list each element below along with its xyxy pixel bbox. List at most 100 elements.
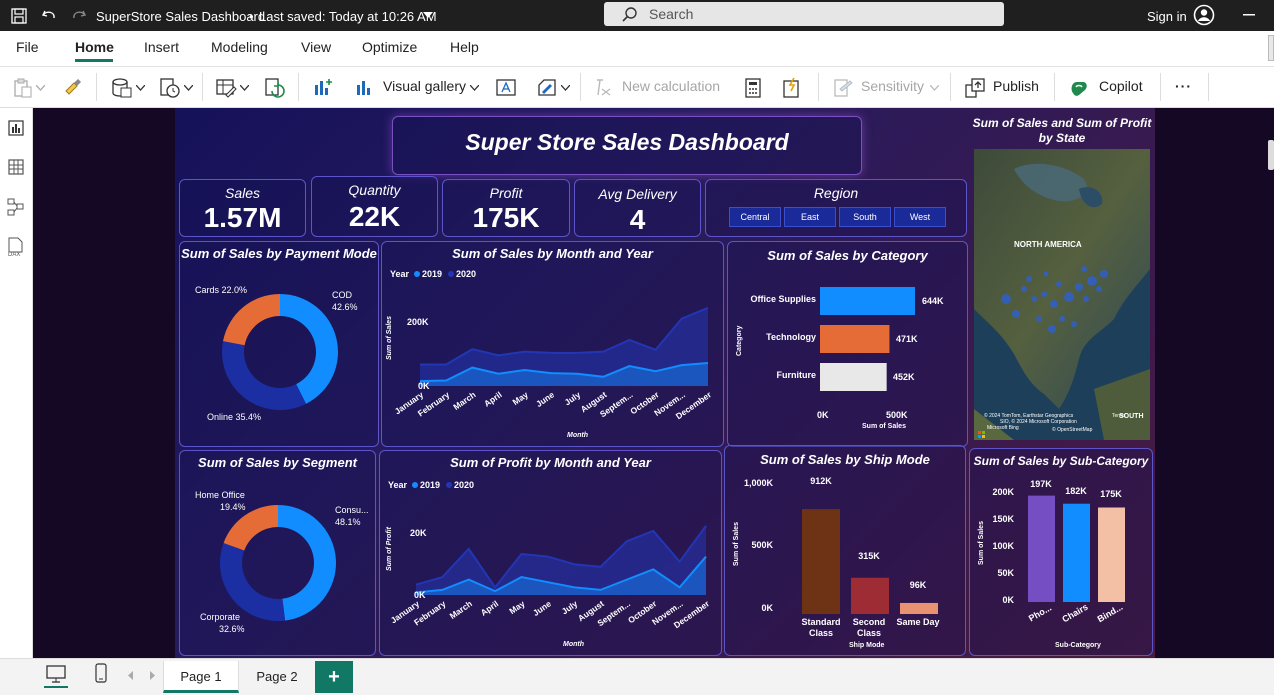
redo-icon[interactable] <box>71 8 87 24</box>
paste-icon[interactable] <box>13 78 33 98</box>
region-option-west[interactable]: West <box>894 207 946 227</box>
quick-measure-icon[interactable] <box>780 77 802 99</box>
tab-view[interactable]: View <box>301 39 331 55</box>
transform-data-chevron-icon[interactable] <box>240 85 249 91</box>
sub-category-card: Sum of Sales by Sub-Category 200K 150K 1… <box>969 448 1153 656</box>
new-visual-icon[interactable] <box>312 77 334 99</box>
new-calculation-button[interactable]: New calculation <box>622 78 720 94</box>
calculator-icon[interactable] <box>742 77 764 99</box>
tab-file[interactable]: File <box>16 39 39 55</box>
transform-data-icon[interactable] <box>215 77 237 99</box>
publish-icon[interactable] <box>964 77 986 99</box>
mobile-layout-icon[interactable] <box>95 663 107 683</box>
model-view-icon[interactable] <box>7 198 25 216</box>
tab-help[interactable]: Help <box>450 39 479 55</box>
publish-button[interactable]: Publish <box>993 78 1039 94</box>
tab-home[interactable]: Home <box>75 39 114 55</box>
x-axis-label: Ship Mode <box>849 642 885 649</box>
ribbon-collapse-handle[interactable] <box>1268 35 1274 61</box>
sales-by-category-bar-chart[interactable] <box>728 242 969 448</box>
bar-bind[interactable] <box>1098 507 1125 603</box>
kpi-value: 175K <box>472 202 540 233</box>
bar-standard-class[interactable] <box>802 509 840 614</box>
visual-gallery-icon[interactable] <box>354 77 376 99</box>
y-axis-label: Category <box>736 325 743 356</box>
sensitivity-icon <box>834 79 853 97</box>
undo-icon[interactable] <box>41 8 57 24</box>
recent-sources-chevron-icon[interactable] <box>184 85 193 91</box>
chevron-down-icon[interactable] <box>423 12 433 19</box>
donut-slice-cards[interactable] <box>223 294 280 346</box>
avatar-icon[interactable] <box>1193 4 1215 26</box>
visual-gallery-button[interactable]: Visual gallery <box>383 78 466 94</box>
region-option-central[interactable]: Central <box>729 207 781 227</box>
category-label: Furniture <box>776 370 817 380</box>
copilot-icon[interactable] <box>1068 77 1090 99</box>
get-data-icon[interactable] <box>111 77 133 99</box>
paste-chevron-icon[interactable] <box>36 85 45 91</box>
bar-pho[interactable] <box>1028 495 1055 602</box>
sales-by-month-area-chart[interactable]: JanuaryFebruary March April May June JulyAugu… <box>382 242 725 448</box>
x-tick: 500K <box>886 410 908 420</box>
text-box-icon[interactable] <box>495 77 517 99</box>
tab-insert[interactable]: Insert <box>144 39 179 55</box>
y-tick: 0K <box>761 603 773 613</box>
more-visuals-icon[interactable] <box>536 77 558 99</box>
sales-profit-map[interactable]: NORTH AMERICA SOUTH © 2024 TomTom, Earth… <box>974 149 1150 440</box>
bar-second-class[interactable] <box>851 577 889 614</box>
dashboard-title-card: Super Store Sales Dashboard <box>392 116 862 175</box>
x-tick: June <box>534 389 556 409</box>
save-icon[interactable] <box>11 8 27 24</box>
copilot-button[interactable]: Copilot <box>1099 78 1143 94</box>
profit-by-month-area-chart[interactable]: JanuaryFebruary March April May June JulyAugu… <box>380 451 723 657</box>
y-tick: 20K <box>410 528 427 538</box>
map-title: Sum of Sales and Sum of Profit by State <box>972 116 1152 145</box>
scroll-right-icon[interactable] <box>150 671 156 680</box>
page-tab-2[interactable]: Page 2 <box>240 661 314 693</box>
search-input[interactable]: Search <box>604 2 1004 26</box>
tab-optimize[interactable]: Optimize <box>362 39 417 55</box>
more-visuals-chevron-icon[interactable] <box>561 85 570 91</box>
bar-furniture[interactable] <box>820 363 887 391</box>
map-attribution: © OpenStreetMap <box>1052 427 1093 433</box>
donut-slice-consumer[interactable] <box>278 505 336 621</box>
value-label: 471K <box>896 334 918 344</box>
bar-technology[interactable] <box>820 325 890 353</box>
desktop-layout-icon[interactable] <box>46 665 66 683</box>
format-painter-icon[interactable] <box>62 77 82 97</box>
dashboard-title: Super Store Sales Dashboard <box>465 129 789 155</box>
kpi-label: Profit <box>489 185 523 201</box>
report-view-icon[interactable] <box>8 120 24 136</box>
ribbon-tabs: File Home Insert Modeling View Optimize … <box>0 31 1274 67</box>
page-tab-1[interactable]: Page 1 <box>163 661 239 693</box>
sensitivity-button[interactable]: Sensitivity <box>861 78 924 94</box>
sensitivity-chevron-icon[interactable] <box>930 85 939 91</box>
bar-chairs[interactable] <box>1063 503 1090 602</box>
more-options-button[interactable]: ··· <box>1175 78 1192 94</box>
get-data-chevron-icon[interactable] <box>136 85 145 91</box>
tab-modeling[interactable]: Modeling <box>211 39 268 55</box>
region-option-east[interactable]: East <box>784 207 836 227</box>
sign-in-button[interactable]: Sign in <box>1147 9 1187 24</box>
segment-donut[interactable] <box>180 451 377 657</box>
recent-sources-icon[interactable] <box>159 77 181 99</box>
donut-slice-online[interactable] <box>222 341 307 410</box>
refresh-icon[interactable] <box>264 77 286 99</box>
bar-office-supplies[interactable] <box>820 287 915 315</box>
title-dot: • <box>249 9 254 24</box>
pane-collapse-handle[interactable] <box>1268 140 1274 170</box>
scroll-left-icon[interactable] <box>128 671 134 680</box>
value-label: 452K <box>893 372 915 382</box>
donut-slice-corporate[interactable] <box>220 542 286 621</box>
map-terms-link[interactable]: Terms <box>1112 413 1126 419</box>
bar-same-day[interactable] <box>900 602 938 614</box>
y-tick: 0K <box>418 381 430 391</box>
table-view-icon[interactable] <box>8 159 24 175</box>
add-page-button[interactable]: + <box>315 661 353 693</box>
visual-gallery-chevron-icon[interactable] <box>470 85 479 91</box>
last-saved-status: Last saved: Today at 10:26 AM <box>259 9 437 24</box>
region-option-south[interactable]: South <box>839 207 891 227</box>
minimize-icon[interactable] <box>1243 14 1255 16</box>
dax-query-view-icon[interactable]: DAX <box>7 237 25 257</box>
y-axis-label: Sum of Sales <box>978 521 985 565</box>
